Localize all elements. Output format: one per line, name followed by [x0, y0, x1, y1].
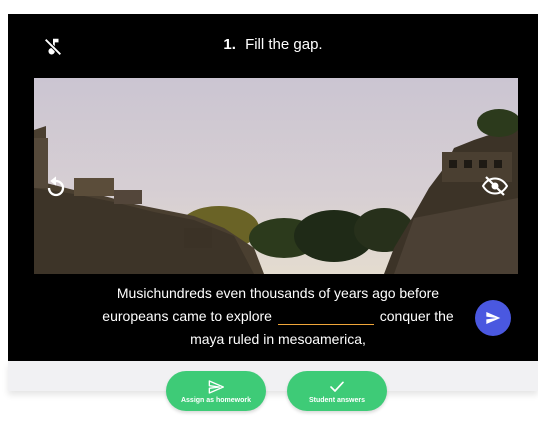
lyrics-line-1: Musichundreds even thousands of years ag…: [116, 285, 440, 301]
scene-image: [34, 78, 518, 274]
student-answers-label: Student answers: [308, 396, 365, 404]
hide-image-button[interactable]: [482, 175, 512, 201]
send-icon: [208, 379, 224, 394]
send-icon: [486, 312, 501, 324]
submit-answer-button[interactable]: [475, 300, 511, 336]
eye-off-icon: [482, 176, 508, 196]
lyrics-line-3: maya ruled in mesoamerica,: [190, 331, 366, 347]
exercise-player: 1. Fill the gap. Musichundreds even thou…: [8, 14, 538, 361]
assign-homework-button[interactable]: Assign as homework: [166, 371, 266, 411]
maya-ruins-image: [34, 78, 518, 274]
lyrics-line-2-after: conquer the: [379, 308, 454, 324]
replay-icon: [47, 176, 65, 197]
student-answers-button[interactable]: Student answers: [287, 371, 387, 411]
assign-homework-label: Assign as homework: [180, 396, 252, 404]
replay-button[interactable]: [42, 174, 70, 202]
lyrics-line-2: europeans came to explore conquer the: [68, 305, 488, 328]
question-number: 1.: [223, 36, 236, 53]
check-icon: [330, 381, 344, 392]
gap-input[interactable]: [277, 309, 374, 325]
page: 1. Fill the gap. Musichundreds even thou…: [0, 0, 538, 429]
lyrics-line-2-before: europeans came to explore: [102, 308, 272, 324]
lyrics-text: Musichundreds even thousands of years ag…: [68, 282, 488, 351]
question-instruction: Fill the gap.: [245, 36, 323, 53]
action-bar: [8, 361, 538, 391]
question-title: 1. Fill the gap.: [8, 36, 538, 53]
